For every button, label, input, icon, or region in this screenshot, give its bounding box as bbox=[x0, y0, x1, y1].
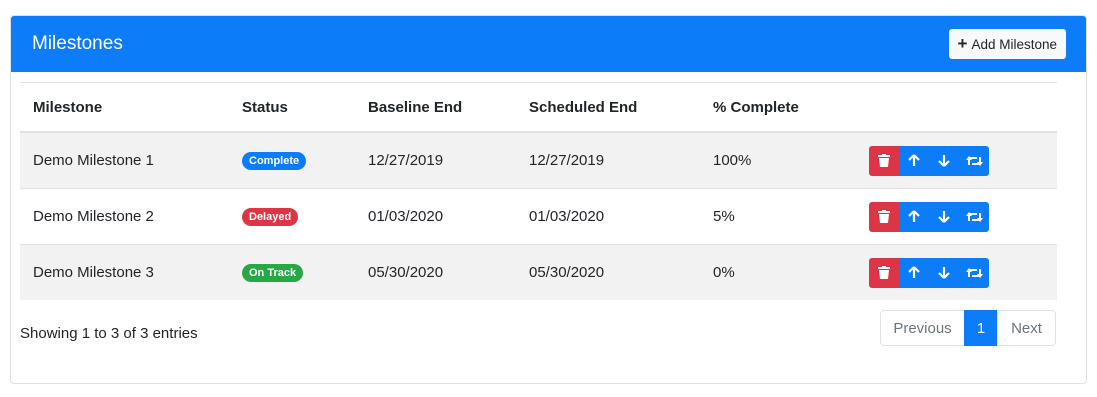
table-row: Demo Milestone 2 Delayed 01/03/2020 01/0… bbox=[20, 188, 1057, 245]
delete-button[interactable] bbox=[869, 201, 899, 232]
arrow-down-icon bbox=[938, 211, 950, 223]
pagination: Previous 1 Next bbox=[880, 310, 1056, 346]
column-header-milestone[interactable]: Milestone bbox=[20, 83, 229, 133]
status-badge: Delayed bbox=[242, 208, 299, 226]
arrow-up-icon bbox=[908, 210, 920, 222]
row-actions bbox=[869, 257, 1057, 288]
milestone-name: Demo Milestone 3 bbox=[20, 244, 229, 300]
reschedule-button[interactable] bbox=[959, 257, 989, 288]
pagination-next[interactable]: Next bbox=[997, 310, 1056, 346]
move-down-button[interactable] bbox=[929, 145, 959, 176]
baseline-end: 05/30/2020 bbox=[355, 244, 516, 300]
card-header: Milestones + Add Milestone bbox=[11, 16, 1086, 72]
table-header-row: Milestone Status Baseline End Scheduled … bbox=[20, 82, 1057, 133]
move-down-button[interactable] bbox=[929, 257, 959, 288]
scheduled-end: 01/03/2020 bbox=[516, 188, 700, 245]
arrow-up-icon bbox=[908, 154, 920, 166]
baseline-end: 01/03/2020 bbox=[355, 188, 516, 245]
reschedule-button[interactable] bbox=[959, 145, 989, 176]
move-up-button[interactable] bbox=[899, 201, 929, 232]
milestones-table: Milestone Status Baseline End Scheduled … bbox=[20, 82, 1057, 300]
percent-complete: 100% bbox=[713, 152, 752, 169]
scheduled-end: 05/30/2020 bbox=[516, 244, 700, 300]
trash-icon bbox=[878, 266, 890, 279]
add-milestone-button[interactable]: + Add Milestone bbox=[948, 29, 1066, 59]
card-title: Milestones bbox=[32, 33, 123, 54]
add-milestone-label: Add Milestone bbox=[971, 36, 1057, 52]
baseline-end: 12/27/2019 bbox=[368, 152, 444, 169]
column-header-actions bbox=[856, 83, 1057, 133]
table-info: Showing 1 to 3 of 3 entries bbox=[20, 325, 198, 342]
move-up-button[interactable] bbox=[899, 257, 929, 288]
trash-icon bbox=[878, 210, 890, 223]
column-header-status[interactable]: Status bbox=[229, 83, 355, 133]
column-header-baseline-end[interactable]: Baseline End bbox=[355, 83, 516, 133]
retweet-icon bbox=[965, 267, 983, 278]
move-up-button[interactable] bbox=[899, 145, 929, 176]
milestone-name: Demo Milestone 2 bbox=[20, 188, 229, 245]
row-actions bbox=[869, 145, 1057, 176]
pagination-page-1[interactable]: 1 bbox=[964, 310, 998, 346]
move-down-button[interactable] bbox=[929, 201, 959, 232]
arrow-down-icon bbox=[938, 155, 950, 167]
status-badge: On Track bbox=[242, 264, 304, 282]
table-row: Demo Milestone 1 Complete 12/27/2019 12/… bbox=[20, 132, 1057, 189]
table-row: Demo Milestone 3 On Track 05/30/2020 05/… bbox=[20, 244, 1057, 300]
status-badge: Complete bbox=[242, 152, 307, 170]
scheduled-end: 12/27/2019 bbox=[529, 152, 605, 169]
delete-button[interactable] bbox=[869, 257, 899, 288]
reschedule-button[interactable] bbox=[959, 201, 989, 232]
arrow-down-icon bbox=[938, 267, 950, 279]
pagination-previous[interactable]: Previous bbox=[880, 310, 965, 346]
retweet-icon bbox=[965, 211, 983, 222]
trash-icon bbox=[878, 154, 890, 167]
retweet-icon bbox=[965, 155, 983, 166]
arrow-up-icon bbox=[908, 266, 920, 278]
delete-button[interactable] bbox=[869, 145, 899, 176]
plus-icon: + bbox=[957, 34, 968, 53]
row-actions bbox=[869, 201, 1057, 232]
column-header-percent-complete[interactable]: % Complete bbox=[700, 83, 856, 133]
percent-complete: 0% bbox=[700, 244, 856, 300]
percent-complete: 5% bbox=[700, 188, 856, 245]
milestone-name: Demo Milestone 1 bbox=[33, 152, 154, 169]
column-header-scheduled-end[interactable]: Scheduled End bbox=[516, 83, 700, 133]
